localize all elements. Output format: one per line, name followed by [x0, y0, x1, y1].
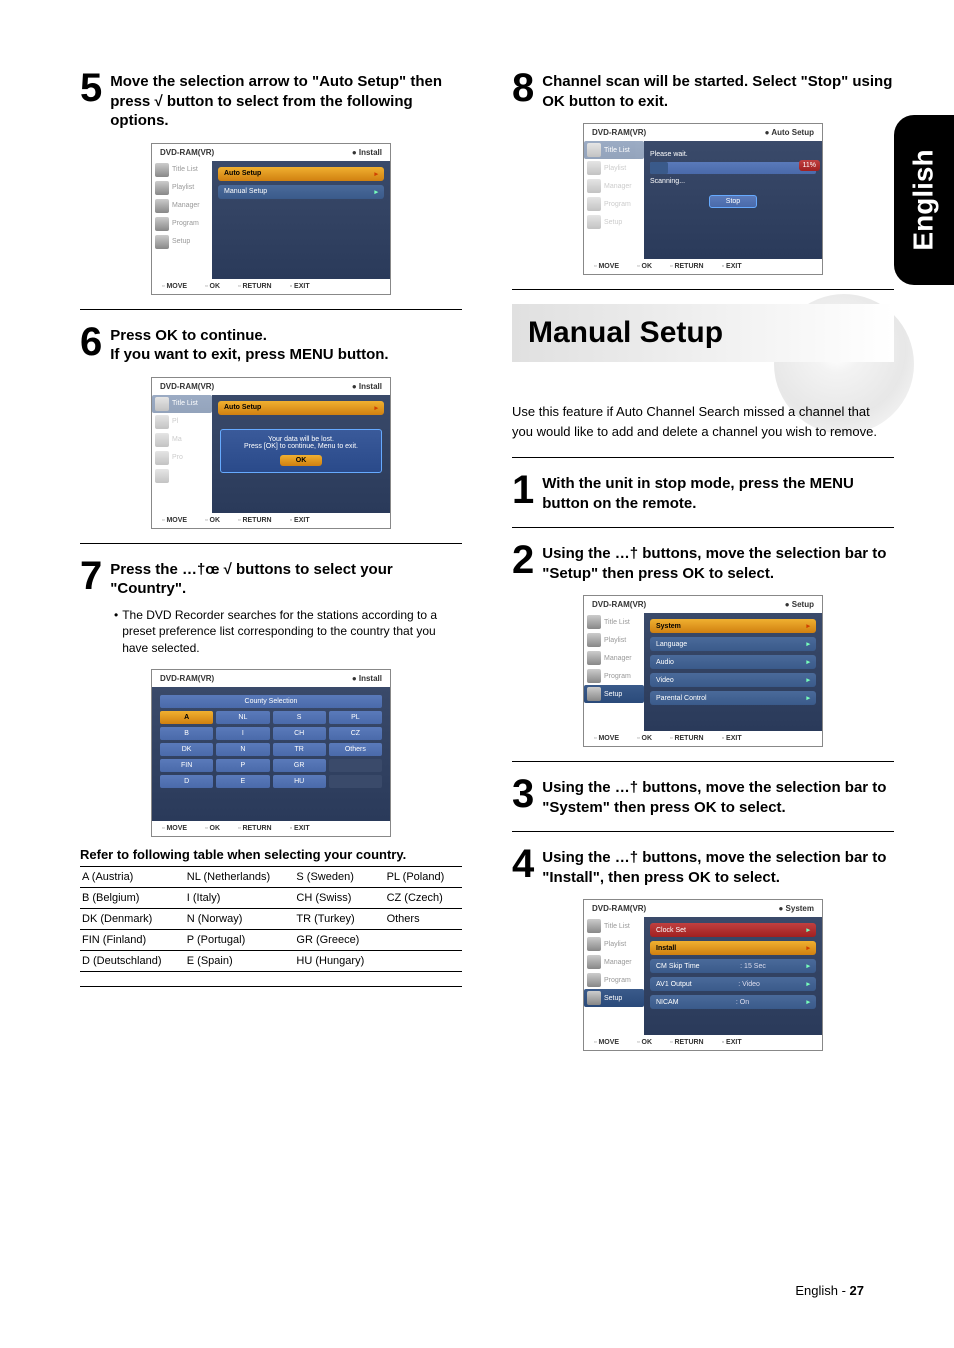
- osd-main: System▸ Language▸ Audio▸ Video▸ Parental…: [644, 613, 822, 731]
- step-5-num: 5: [80, 70, 102, 131]
- progress-percent: 11%: [799, 160, 821, 171]
- step-7: 7 Press the …†œ √ buttons to select your…: [80, 558, 462, 599]
- step-6-num: 6: [80, 324, 102, 365]
- country-cell[interactable]: TR: [273, 743, 326, 756]
- country-cell[interactable]: S: [273, 711, 326, 724]
- stop-button[interactable]: Stop: [709, 195, 757, 208]
- menu-parental[interactable]: Parental Control▸: [650, 691, 816, 705]
- left-column: 5 Move the selection arrow to "Auto Setu…: [80, 70, 462, 1061]
- section-heading: Manual Setup: [512, 304, 894, 362]
- osd-step2: DVD-RAM(VR)● Setup Title List Playlist M…: [583, 595, 823, 747]
- step-3-num: 3: [512, 776, 534, 817]
- country-cell[interactable]: CZ: [329, 727, 382, 740]
- menu-av1[interactable]: AV1 Output: Video▸: [650, 977, 816, 991]
- country-cell[interactable]: I: [216, 727, 269, 740]
- menu-install[interactable]: Install▸: [650, 941, 816, 955]
- osd-main: Auto Setup▸ Manual Setup▸: [212, 161, 390, 279]
- country-cell[interactable]: FIN: [160, 759, 213, 772]
- step-4-num: 4: [512, 846, 534, 887]
- step-7-text: Press the …†œ √ buttons to select your "…: [110, 558, 462, 599]
- osd-step7: DVD-RAM(VR)● Install County Selection A …: [151, 669, 391, 837]
- language-tab: English: [894, 115, 954, 285]
- step-4-text: Using the …† buttons, move the selection…: [542, 846, 894, 887]
- country-cell[interactable]: CH: [273, 727, 326, 740]
- country-cell[interactable]: NL: [216, 711, 269, 724]
- osd-main: Auto Setup▸ x Your data will be lost. Pr…: [212, 395, 390, 513]
- country-cell[interactable]: D: [160, 775, 213, 788]
- country-cell-empty: [329, 775, 382, 788]
- menu-cm-skip[interactable]: CM Skip Time: 15 Sec▸: [650, 959, 816, 973]
- osd-header-right: ● Install: [352, 148, 382, 157]
- country-cell[interactable]: GR: [273, 759, 326, 772]
- scan-progress: 11%: [650, 162, 816, 174]
- country-cell[interactable]: DK: [160, 743, 213, 756]
- step-5: 5 Move the selection arrow to "Auto Setu…: [80, 70, 462, 131]
- step-7-bullet: •The DVD Recorder searches for the stati…: [114, 607, 462, 657]
- menu-nicam[interactable]: NICAM: On▸: [650, 995, 816, 1009]
- osd-step4: DVD-RAM(VR)● System Title List Playlist …: [583, 899, 823, 1051]
- osd-main: Please wait. 11% Scanning... Stop: [644, 141, 822, 259]
- scanning-text: Scanning...: [650, 178, 816, 185]
- step-4: 4 Using the …† buttons, move the selecti…: [512, 846, 894, 887]
- step-1-num: 1: [512, 472, 534, 513]
- step-3-text: Using the …† buttons, move the selection…: [542, 776, 894, 817]
- osd-sidebar: Title List Playlist Manager Program Setu…: [584, 917, 644, 1035]
- step-1-text: With the unit in stop mode, press the ME…: [542, 472, 894, 513]
- country-cell[interactable]: PL: [329, 711, 382, 724]
- page-footer: English - 27: [795, 1283, 864, 1298]
- osd-header-left: DVD-RAM(VR): [160, 148, 214, 157]
- country-ref-text: Refer to following table when selecting …: [80, 847, 462, 862]
- country-cell-empty: [329, 759, 382, 772]
- country-grid-header: County Selection: [160, 695, 382, 708]
- step-1: 1 With the unit in stop mode, press the …: [512, 472, 894, 513]
- menu-manual-setup[interactable]: Manual Setup▸: [218, 185, 384, 199]
- step-6: 6 Press OK to continue.If you want to ex…: [80, 324, 462, 365]
- step-8: 8 Channel scan will be started. Select "…: [512, 70, 894, 111]
- please-wait-text: Please wait.: [650, 151, 816, 158]
- menu-auto-setup[interactable]: Auto Setup▸: [218, 401, 384, 415]
- right-column: 8 Channel scan will be started. Select "…: [512, 70, 894, 1061]
- osd-step6: DVD-RAM(VR)● Install Title List Pl Ma Pr…: [151, 377, 391, 529]
- country-cell[interactable]: HU: [273, 775, 326, 788]
- country-cell[interactable]: P: [216, 759, 269, 772]
- country-cell[interactable]: E: [216, 775, 269, 788]
- step-2: 2 Using the …† buttons, move the selecti…: [512, 542, 894, 583]
- step-8-text: Channel scan will be started. Select "St…: [542, 70, 894, 111]
- menu-audio[interactable]: Audio▸: [650, 655, 816, 669]
- section-body: Use this feature if Auto Channel Search …: [512, 402, 894, 441]
- menu-system[interactable]: System▸: [650, 619, 816, 633]
- language-tab-text: English: [908, 149, 940, 250]
- country-cell[interactable]: N: [216, 743, 269, 756]
- country-table: A (Austria)NL (Netherlands)S (Sweden)PL …: [80, 866, 462, 972]
- osd-main: Clock Set▸ Install▸ CM Skip Time: 15 Sec…: [644, 917, 822, 1035]
- step-2-num: 2: [512, 542, 534, 583]
- osd-step8: DVD-RAM(VR)● Auto Setup Title List Playl…: [583, 123, 823, 275]
- step-8-num: 8: [512, 70, 534, 111]
- menu-language[interactable]: Language▸: [650, 637, 816, 651]
- step-7-num: 7: [80, 558, 102, 599]
- step-5-text: Move the selection arrow to "Auto Setup"…: [110, 70, 462, 131]
- step-3: 3 Using the …† buttons, move the selecti…: [512, 776, 894, 817]
- country-cell[interactable]: A: [160, 711, 213, 724]
- confirm-popup: Your data will be lost. Press [OK] to co…: [220, 429, 382, 473]
- osd-sidebar: Title List Pl Ma Pro: [152, 395, 212, 513]
- osd-sidebar: Title List Playlist Manager Program Setu…: [584, 141, 644, 259]
- ok-button[interactable]: OK: [280, 455, 323, 466]
- step-6-text: Press OK to continue.If you want to exit…: [110, 324, 388, 365]
- menu-video[interactable]: Video▸: [650, 673, 816, 687]
- country-cell[interactable]: B: [160, 727, 213, 740]
- step-2-text: Using the …† buttons, move the selection…: [542, 542, 894, 583]
- country-cell[interactable]: Others: [329, 743, 382, 756]
- menu-clock-set[interactable]: Clock Set▸: [650, 923, 816, 937]
- menu-auto-setup[interactable]: Auto Setup▸: [218, 167, 384, 181]
- osd-step5: DVD-RAM(VR) ● Install Title List Playlist…: [151, 143, 391, 295]
- osd-sidebar: Title List Playlist Manager Program Setu…: [152, 161, 212, 279]
- osd-main: County Selection A NL S PL B I CH CZ DK …: [152, 687, 390, 821]
- osd-sidebar: Title List Playlist Manager Program Setu…: [584, 613, 644, 731]
